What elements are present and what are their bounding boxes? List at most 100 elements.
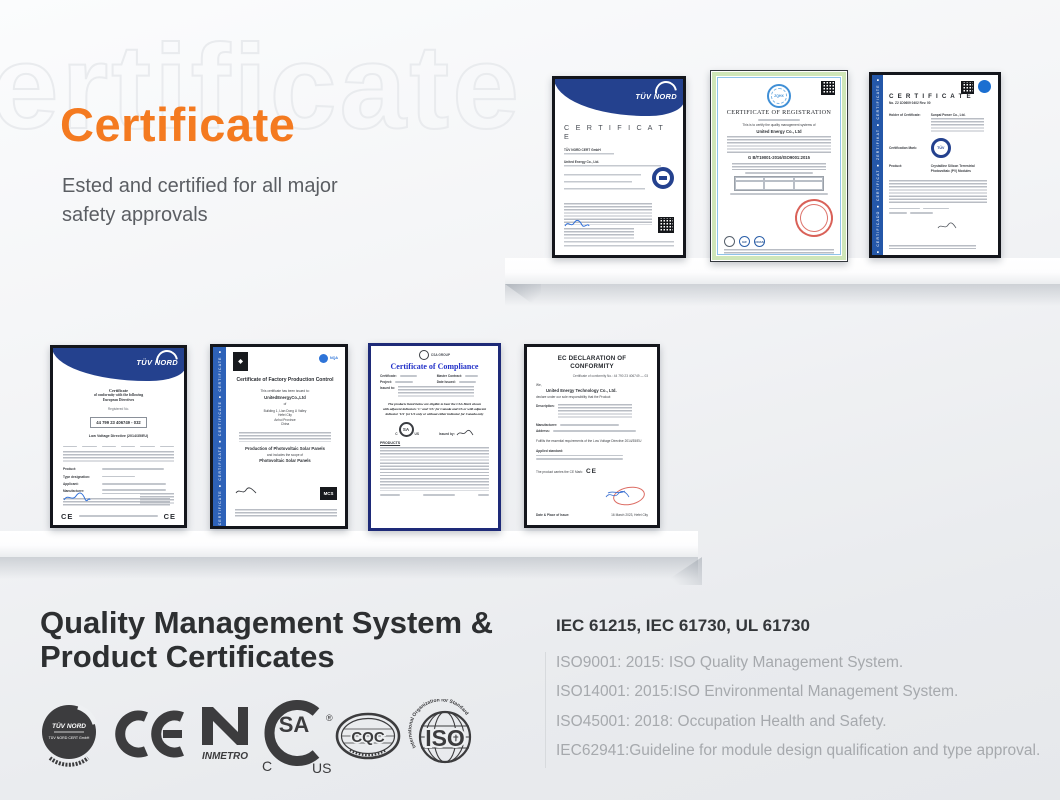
product-label: Product: [63,467,99,471]
signature [564,219,590,229]
text-lines [564,188,645,191]
date-value: 16 March 2023, Hefei City [611,513,648,517]
issued-to-line: This certificate has been issued to: [233,389,337,393]
footer-lines [724,249,834,254]
notice-line3: indicator 'US' for US only or without ei… [380,412,489,417]
cnas-label: CNAS [755,240,764,244]
csa-c: C [395,432,397,436]
certificate-registration: ZQHX CERTIFICATE OF REGISTRATION This is… [710,70,848,262]
ce-mark-right: CE [164,512,176,521]
cert-number: Certificate of conformity No.: 44 790 23… [536,374,648,378]
csa-mark: C SA US Issued by: [380,422,489,437]
cert-title: EC DECLARATION OF CONFORMITY [536,355,648,371]
text-lines [63,451,174,463]
intro-line: This is to certify the quality managemen… [723,123,835,127]
signature [937,222,957,231]
text-lines [564,181,632,184]
tuv-nord-logo: TÜV NORD [136,358,178,367]
csa-group-label: CSA GROUP [431,353,450,357]
heading-line2: Product Certificates [40,639,335,674]
products-heading: PRODUCTS [380,441,489,446]
signature [63,492,91,503]
type-label: Type designation: [63,475,99,479]
signature-script [605,489,635,501]
description-label: Description: [536,404,555,408]
certificate-tuv-nord: TÜV NORD C E R T I F I C A T E TÜV NORD … [552,76,686,258]
text-lines [564,165,661,168]
cert-title: C E R T I F I C A T E [564,123,674,142]
subtitle-line2: safety approvals [62,204,208,226]
csa-monogram-icon: SA [399,422,414,437]
standard-item: ISO9001: 2015: ISO Quality Management Sy… [556,648,1040,677]
cert-body: EC DECLARATION OF CONFORMITY Certificate… [536,355,648,475]
ce-mark: CE [586,468,597,475]
scope2: Photovoltaic Solar Panels [233,458,337,463]
field-master: Master Contract: [437,374,462,378]
ce-line: The product carries the CE Mark: [536,470,583,474]
issuer-contact-lines [140,493,174,505]
text-lines [889,180,987,204]
field-issued: Issued to: [380,386,395,390]
emblem-text: ZQHX [774,94,783,98]
cert-body: C E R T I F I C A T E No. Z2 1D0609 0402… [889,93,991,236]
footer-lines [889,245,976,249]
cert-fields: Certificate: Master Contract: Project: D… [380,374,489,496]
text-lines [727,136,830,153]
holder-name: United Energy Technology Co., Ltd. [546,388,648,393]
mcs-label: MCS [324,491,334,496]
text-lines [564,174,641,177]
svg-text:SA: SA [279,712,310,737]
text-lines [931,118,984,132]
title-line3: European Directives [63,398,174,403]
signature [456,429,474,437]
mcs-logo: MCS [320,487,337,500]
tuv-round-logo [978,80,991,93]
qr-code [658,217,674,233]
certificate-ec-declaration: EC DECLARATION OF CONFORMITY Certificate… [524,344,660,528]
signature [235,487,257,496]
section-heading: Quality Management System & Product Cert… [40,606,493,674]
csa-group-logo: CSA GROUP [371,350,498,360]
certificate-stripe: CERTIFICATE ■ CERTIFICADO ■ CERTIFICAT ■… [872,75,883,255]
cert-title: Certificate of Factory Production Contro… [233,377,337,384]
certificate-csa: CSA GROUP Certificate of Compliance Cert… [368,343,501,531]
ce-mark-left: CE [61,512,73,521]
svg-text:C: C [262,758,272,774]
qr-code [821,81,835,95]
cert-body: Certificate of conformity with the follo… [63,388,174,506]
cert-title: Certificate of Compliance [371,362,498,371]
holder-name: UnitedEnergyCo.,Ltd [233,395,337,400]
text-lines [732,163,826,170]
svg-text:INMETRO: INMETRO [202,751,248,762]
we-line: We, [536,383,648,387]
issued-by-label: Issued by: [439,432,455,436]
inmetro-icon: INMETRO [194,703,256,763]
svg-text:CQC: CQC [351,729,385,746]
field-date: Date Issued: [437,380,456,384]
tuv-certification-mark: TÜV [931,138,951,158]
cqc-icon: CQC [334,710,402,762]
holder-name: Sunpal Power Co., Ltd. [931,113,990,117]
manufacturer-label: Manufacturer: [536,423,557,427]
svg-text:TÜV NORD: TÜV NORD [52,721,86,730]
field-project: Project: [380,380,392,384]
standards-list: ISO9001: 2015: ISO Quality Management Sy… [556,648,1040,766]
nqa-label: NQA [330,356,338,361]
product-label: Product: [889,164,928,168]
holder-name: United Energy Co., Ltd. [564,160,674,164]
text-line [745,172,812,174]
tuv-nord-logo: TÜV NORD [635,92,677,101]
svg-text:TÜV NORD CERT GmbH: TÜV NORD CERT GmbH [49,736,90,740]
tuv-seal-icon [652,167,674,189]
zqhx-emblem-icon: ZQHX [767,84,791,108]
address-line4: China [233,422,337,426]
applied-label: Applied standard: [536,449,648,453]
text-lines [564,228,634,240]
tuv-nord-header: TÜV NORD [554,78,684,116]
certificate-tuv-rheinland: CERTIFICATE ■ CERTIFICADO ■ CERTIFICAT ■… [869,72,1001,258]
standards-title: IEC 61215, IEC 61730, UL 61730 [556,616,810,636]
mark-label: Certification Mark: [889,146,928,150]
cnas-icon: CNAS [754,236,765,247]
tuv-nord-header: TÜV NORD [52,347,185,381]
nqa-circle-icon [319,354,328,363]
